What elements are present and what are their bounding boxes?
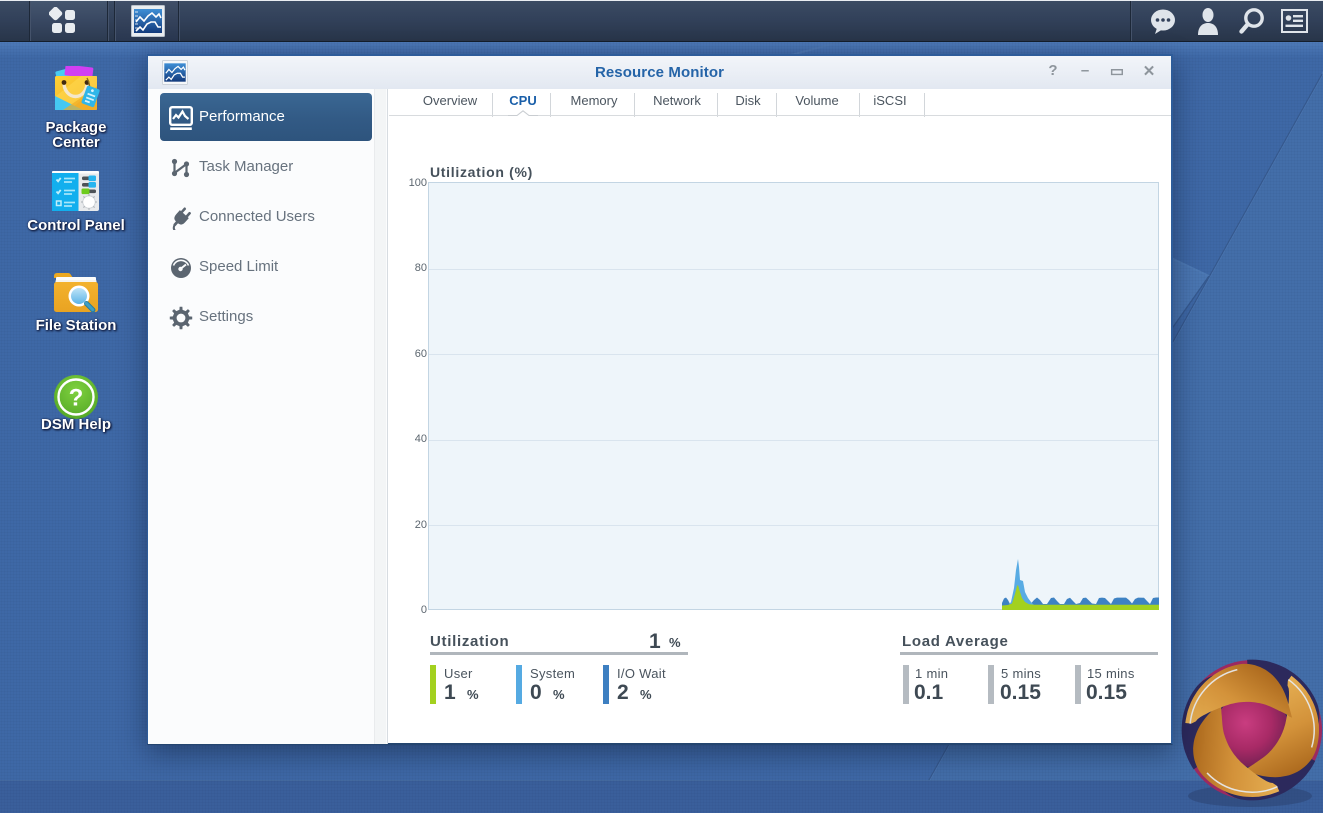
svg-text:?: ? bbox=[69, 385, 84, 412]
